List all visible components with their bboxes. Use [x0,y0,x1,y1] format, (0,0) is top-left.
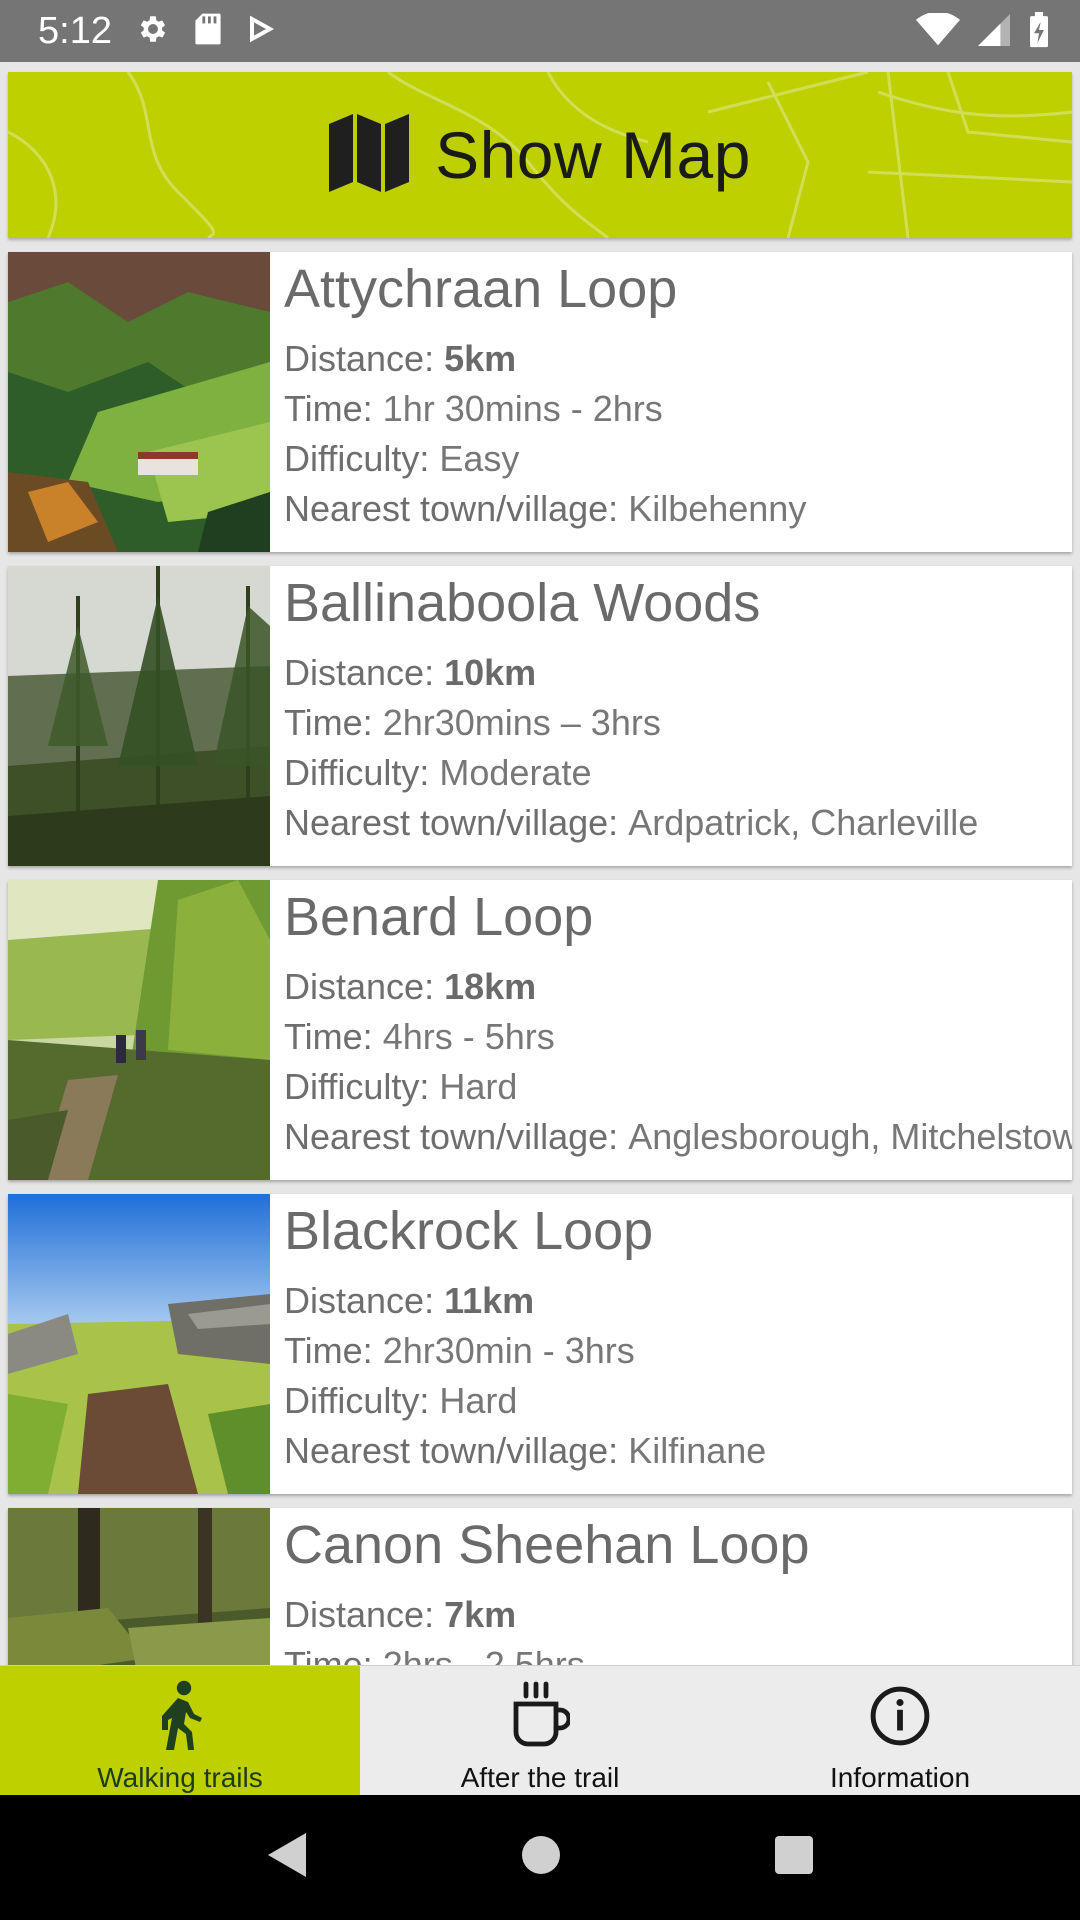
trail-card[interactable]: Attychraan Loop Distance: 5km Time: 1hr … [8,252,1072,552]
trail-time: Time: 2hrs - 2.5hrs [284,1644,585,1665]
trail-difficulty: Difficulty: Easy [284,438,520,479]
coffee-cup-icon [510,1676,570,1756]
trail-card[interactable]: Blackrock Loop Distance: 11km Time: 2hr3… [8,1194,1072,1494]
trail-card[interactable]: Ballinaboola Woods Distance: 10km Time: … [8,566,1072,866]
trail-difficulty: Difficulty: Hard [284,1066,518,1107]
trail-nearest-town: Nearest town/village: Kilbehenny [284,488,807,529]
trail-card[interactable]: Benard Loop Distance: 18km Time: 4hrs - … [8,880,1072,1180]
trail-distance: Distance: 11km [284,1280,535,1321]
system-navigation-bar [0,1795,1080,1920]
trail-name: Blackrock Loop [284,1201,654,1261]
trail-photo [8,252,270,552]
trail-nearest-town: Nearest town/village: Ardpatrick, Charle… [284,802,979,843]
trail-name: Benard Loop [284,887,594,947]
trail-photo [8,566,270,866]
trail-photo [8,880,270,1180]
trail-distance: Distance: 7km [284,1594,517,1635]
trail-photo [8,1508,270,1665]
bottom-navigation: Walking trails After the trail Informati… [0,1665,1080,1795]
nav-information[interactable]: Information [720,1666,1080,1795]
info-icon [869,1676,931,1756]
map-icon [329,113,410,197]
home-icon[interactable] [521,1835,561,1880]
show-map-label: Show Map [435,118,751,192]
play-store-icon [246,12,278,46]
trail-difficulty: Difficulty: Hard [284,1380,518,1421]
trail-name: Canon Sheehan Loop [284,1515,810,1575]
battery-icon [1028,12,1050,48]
wifi-icon [916,13,960,47]
trail-time: Time: 4hrs - 5hrs [284,1016,555,1057]
trail-nearest-town: Nearest town/village: Kilfinane [284,1430,767,1471]
gear-icon [136,12,170,46]
trails-screen: Show Map Attychraan Loop Distance: 5km T… [0,62,1080,1665]
nav-label: Information [829,1762,971,1793]
trail-nearest-town: Nearest town/village: Anglesborough, Mit… [284,1116,1072,1157]
nav-after-the-trail[interactable]: After the trail [360,1666,720,1795]
nav-label: After the trail [460,1762,620,1793]
walking-person-icon [154,1676,206,1756]
trail-name: Ballinaboola Woods [284,573,761,633]
nav-walking-trails[interactable]: Walking trails [0,1666,360,1795]
trail-distance: Distance: 5km [284,338,517,379]
trail-list: Attychraan Loop Distance: 5km Time: 1hr … [8,252,1072,1665]
trail-card[interactable]: Canon Sheehan Loop Distance: 7km Time: 2… [8,1508,1072,1665]
trail-time: Time: 1hr 30mins - 2hrs [284,388,663,429]
cell-signal-icon [978,13,1010,47]
sd-card-icon [194,12,222,46]
status-time: 5:12 [38,10,112,52]
trail-distance: Distance: 10km [284,652,537,693]
trail-time: Time: 2hr30mins – 3hrs [284,702,661,743]
recents-icon[interactable] [774,1835,814,1880]
trail-difficulty: Difficulty: Moderate [284,752,592,793]
trail-name: Attychraan Loop [284,259,678,319]
nav-label: Walking trails [97,1762,263,1793]
show-map-button[interactable]: Show Map [8,72,1072,238]
trail-time: Time: 2hr30min - 3hrs [284,1330,635,1371]
trail-distance: Distance: 18km [284,966,537,1007]
trail-photo [8,1194,270,1494]
back-icon[interactable] [266,1831,308,1884]
status-bar: 5:12 [0,0,1080,62]
